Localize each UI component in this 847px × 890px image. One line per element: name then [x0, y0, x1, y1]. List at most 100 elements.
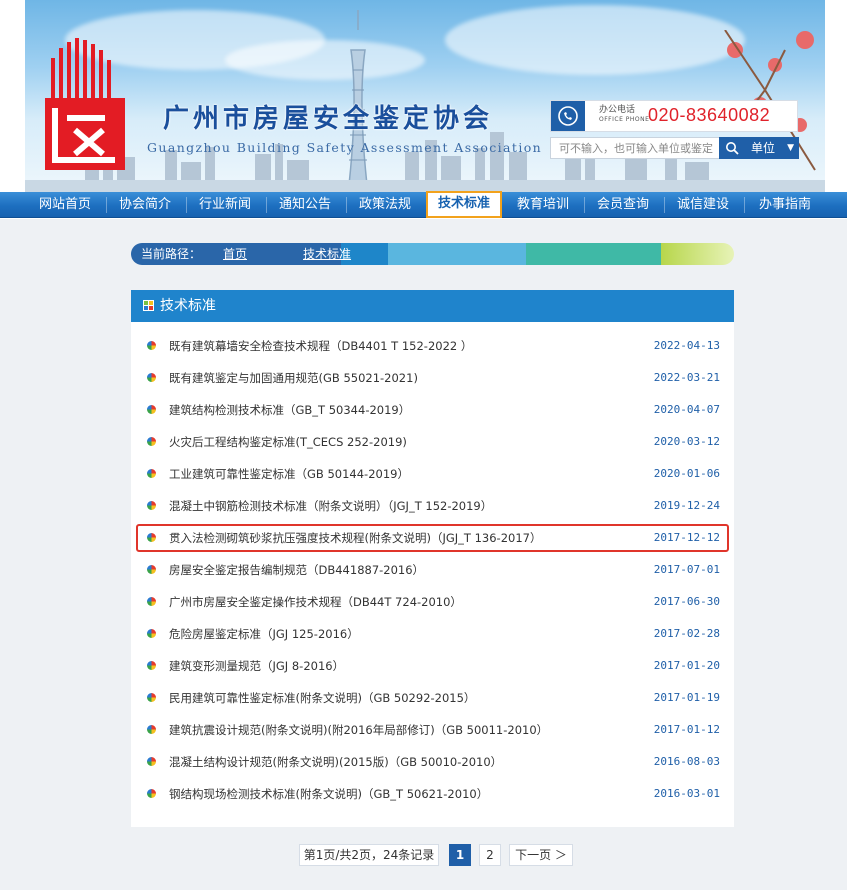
- bullet-icon: [147, 341, 156, 350]
- page-number-link[interactable]: 2: [479, 844, 501, 866]
- list-panel-header: 技术标准: [131, 290, 734, 322]
- phone-number: 020-83640082: [648, 105, 771, 125]
- nav-divider: [106, 197, 107, 213]
- article-title-link[interactable]: 既有建筑幕墙安全检查技术规程（DB4401 T 152-2022 ）: [169, 330, 472, 362]
- nav-item-tech-standards[interactable]: 技术标准: [426, 191, 502, 218]
- article-title-link[interactable]: 危险房屋鉴定标准（JGJ 125-2016）: [169, 618, 359, 650]
- nav-item-member-search[interactable]: 会员查询: [588, 192, 658, 218]
- list-item[interactable]: 钢结构现场检测技术标准(附条文说明)（GB_T 50621-2010） 2016…: [131, 778, 734, 810]
- site-title: 广州市房屋安全鉴定协会: [163, 104, 494, 134]
- breadcrumb-home-link[interactable]: 首页: [223, 243, 247, 265]
- search-bar: 单位 ▼: [550, 137, 799, 159]
- caret-down-icon: ▼: [787, 143, 794, 153]
- phone-label: 办公电话 OFFICE PHONE: [599, 105, 649, 125]
- list-item[interactable]: 既有建筑幕墙安全检查技术规程（DB4401 T 152-2022 ） 2022-…: [131, 330, 734, 362]
- nav-item-news[interactable]: 行业新闻: [190, 192, 260, 218]
- breadcrumb: 当前路径： 首页 技术标准: [131, 243, 734, 265]
- nav-divider: [186, 197, 187, 213]
- list-item[interactable]: 混凝土结构设计规范(附条文说明)(2015版)（GB 50010-2010） 2…: [131, 746, 734, 778]
- association-logo: [45, 38, 125, 170]
- nav-item-guide[interactable]: 办事指南: [750, 192, 820, 218]
- article-title-link[interactable]: 广州市房屋安全鉴定操作技术规程（DB44T 724-2010）: [169, 586, 462, 618]
- banner-cloud: [445, 5, 745, 75]
- article-date: 2022-03-21: [653, 371, 720, 384]
- nav-divider: [664, 197, 665, 213]
- nav-item-training[interactable]: 教育培训: [508, 192, 578, 218]
- bullet-icon: [147, 533, 156, 542]
- article-title-link[interactable]: 钢结构现场检测技术标准(附条文说明)（GB_T 50621-2010）: [169, 778, 488, 810]
- list-item[interactable]: 工业建筑可靠性鉴定标准（GB 50144-2019） 2020-01-06: [131, 458, 734, 490]
- article-title-link[interactable]: 贯入法检测砌筑砂浆抗压强度技术规程(附条文说明)（JGJ_T 136-2017）: [169, 522, 541, 554]
- nav-item-about[interactable]: 协会简介: [110, 192, 180, 218]
- list-item[interactable]: 既有建筑鉴定与加固通用规范(GB 55021-2021) 2022-03-21: [131, 362, 734, 394]
- article-title-link[interactable]: 火灾后工程结构鉴定标准(T_CECS 252-2019): [169, 426, 407, 458]
- article-date: 2017-02-28: [653, 627, 720, 640]
- article-date: 2016-03-01: [653, 787, 720, 800]
- nav-item-policies[interactable]: 政策法规: [350, 192, 420, 218]
- list-item[interactable]: 建筑结构检测技术标准（GB_T 50344-2019） 2020-04-07: [131, 394, 734, 426]
- phone-label-en: OFFICE PHONE: [599, 116, 650, 123]
- page-number-current[interactable]: 1: [449, 844, 471, 866]
- bullet-icon: [147, 661, 156, 670]
- bullet-icon: [147, 373, 156, 382]
- article-date: 2017-06-30: [653, 595, 720, 608]
- search-scope-value: 单位: [751, 141, 776, 155]
- article-title-link[interactable]: 建筑结构检测技术标准（GB_T 50344-2019）: [169, 394, 410, 426]
- list-item[interactable]: 建筑抗震设计规范(附条文说明)(附2016年局部修订)（GB 50011-201…: [131, 714, 734, 746]
- list-item[interactable]: 危险房屋鉴定标准（JGJ 125-2016） 2017-02-28: [131, 618, 734, 650]
- office-phone-box: 办公电话 OFFICE PHONE 020-83640082: [550, 100, 798, 132]
- search-icon: [726, 142, 739, 155]
- nav-divider: [346, 197, 347, 213]
- bullet-icon: [147, 789, 156, 798]
- article-date: 2022-04-13: [653, 339, 720, 352]
- article-title-link[interactable]: 工业建筑可靠性鉴定标准（GB 50144-2019）: [169, 458, 409, 490]
- nav-divider: [584, 197, 585, 213]
- article-date: 2017-01-12: [653, 723, 720, 736]
- list-item-highlighted[interactable]: 贯入法检测砌筑砂浆抗压强度技术规程(附条文说明)（JGJ_T 136-2017）…: [131, 522, 734, 554]
- bullet-icon: [147, 629, 156, 638]
- article-title-link[interactable]: 混凝土结构设计规范(附条文说明)(2015版)（GB 50010-2010）: [169, 746, 502, 778]
- site-title-english: Guangzhou Building Safety Assessment Ass…: [147, 140, 543, 155]
- list-item[interactable]: 建筑变形测量规范（JGJ 8-2016） 2017-01-20: [131, 650, 734, 682]
- article-date: 2020-01-06: [653, 467, 720, 480]
- bullet-icon: [147, 501, 156, 510]
- list-item[interactable]: 混凝土中钢筋检测技术标准（附条文说明）（JGJ_T 152-2019） 2019…: [131, 490, 734, 522]
- bullet-icon: [147, 757, 156, 766]
- nav-item-notices[interactable]: 通知公告: [270, 192, 340, 218]
- article-title-link[interactable]: 建筑抗震设计规范(附条文说明)(附2016年局部修订)（GB 50011-201…: [169, 714, 548, 746]
- section-icon: [143, 300, 154, 311]
- site-banner: 广州市房屋安全鉴定协会 Guangzhou Building Safety As…: [25, 0, 825, 192]
- page-footer-strip: [0, 884, 847, 890]
- article-date: 2020-03-12: [653, 435, 720, 448]
- article-title-link[interactable]: 民用建筑可靠性鉴定标准(附条文说明)（GB 50292-2015）: [169, 682, 475, 714]
- pagination-summary: 第1页/共2页，24条记录: [299, 844, 439, 866]
- article-title-link[interactable]: 房屋安全鉴定报告编制规范（DB441887-2016）: [169, 554, 424, 586]
- article-date: 2017-12-12: [653, 531, 720, 544]
- article-title-link[interactable]: 建筑变形测量规范（JGJ 8-2016）: [169, 650, 344, 682]
- list-item[interactable]: 房屋安全鉴定报告编制规范（DB441887-2016） 2017-07-01: [131, 554, 734, 586]
- bullet-icon: [147, 565, 156, 574]
- article-date: 2019-12-24: [653, 499, 720, 512]
- article-title-link[interactable]: 混凝土中钢筋检测技术标准（附条文说明）（JGJ_T 152-2019）: [169, 490, 492, 522]
- search-input[interactable]: [551, 138, 719, 158]
- article-date: 2017-07-01: [653, 563, 720, 576]
- phone-label-cn: 办公电话: [599, 105, 636, 115]
- search-scope-select[interactable]: 单位 ▼: [745, 137, 799, 159]
- nav-item-integrity[interactable]: 诚信建设: [668, 192, 738, 218]
- main-nav: 网站首页 协会简介 行业新闻 通知公告 政策法规 技术标准 教育培训 会员查询 …: [0, 191, 847, 218]
- list-item[interactable]: 广州市房屋安全鉴定操作技术规程（DB44T 724-2010） 2017-06-…: [131, 586, 734, 618]
- breadcrumb-label: 当前路径：: [141, 247, 202, 261]
- next-page-button[interactable]: 下一页 ＞: [509, 844, 573, 866]
- article-date: 2017-01-19: [653, 691, 720, 704]
- nav-divider: [266, 197, 267, 213]
- article-title-link[interactable]: 既有建筑鉴定与加固通用规范(GB 55021-2021): [169, 362, 418, 394]
- search-button[interactable]: [719, 137, 745, 159]
- breadcrumb-current-link[interactable]: 技术标准: [303, 243, 351, 265]
- bullet-icon: [147, 597, 156, 606]
- list-panel-title: 技术标准: [160, 298, 216, 314]
- bullet-icon: [147, 405, 156, 414]
- list-item[interactable]: 火灾后工程结构鉴定标准(T_CECS 252-2019) 2020-03-12: [131, 426, 734, 458]
- list-item[interactable]: 民用建筑可靠性鉴定标准(附条文说明)（GB 50292-2015） 2017-0…: [131, 682, 734, 714]
- nav-item-home[interactable]: 网站首页: [30, 192, 100, 218]
- logo-icon: [45, 38, 125, 170]
